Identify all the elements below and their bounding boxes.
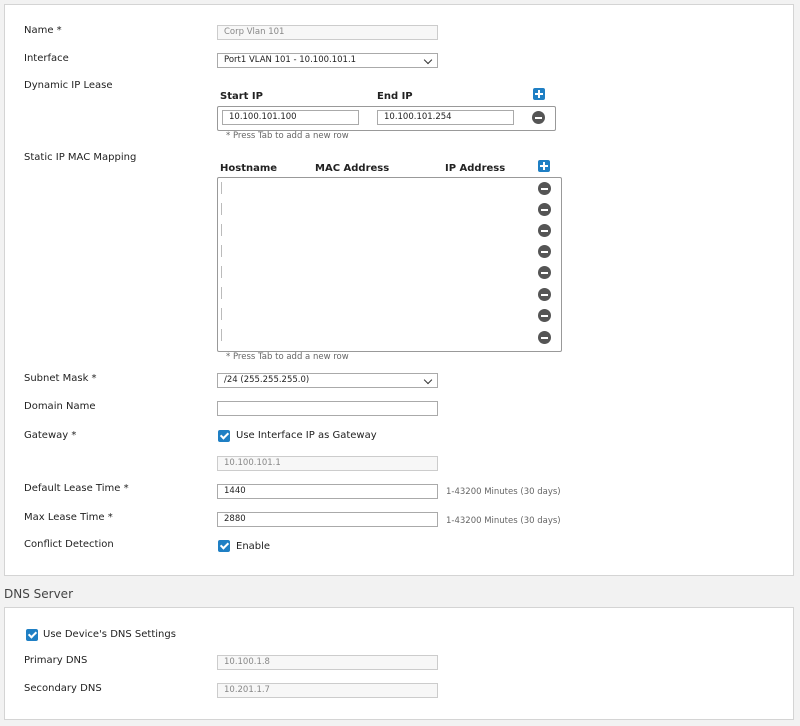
mapping-row-stub[interactable] xyxy=(221,245,225,257)
mapping-row-stub[interactable] xyxy=(221,287,225,299)
use-device-dns-checkbox[interactable] xyxy=(26,629,38,641)
static-mapping-label: Static IP MAC Mapping xyxy=(24,152,137,163)
ip-address-header: IP Address xyxy=(445,163,506,174)
remove-lease-row-icon[interactable] xyxy=(532,111,545,124)
interface-select-value: Port1 VLAN 101 - 10.100.101.1 xyxy=(224,55,357,65)
end-ip-field[interactable]: 10.100.101.254 xyxy=(377,110,514,125)
subnet-mask-label: Subnet Mask * xyxy=(24,373,97,384)
mapping-row-stub[interactable] xyxy=(221,182,225,194)
gateway-ip-field[interactable]: 10.100.101.1 xyxy=(217,456,438,471)
gateway-checkbox[interactable] xyxy=(218,430,230,442)
mapping-row-stub[interactable] xyxy=(221,266,225,278)
default-lease-label: Default Lease Time * xyxy=(24,483,129,494)
dynamic-lease-label: Dynamic IP Lease xyxy=(24,80,113,91)
add-mapping-row-icon[interactable] xyxy=(538,160,550,172)
remove-mapping-row-icon[interactable] xyxy=(538,331,551,344)
mapping-tab-hint: * Press Tab to add a new row xyxy=(226,352,349,362)
mapping-row-stub[interactable] xyxy=(221,203,225,215)
remove-mapping-row-icon[interactable] xyxy=(538,288,551,301)
default-lease-field[interactable]: 1440 xyxy=(217,484,438,499)
name-label: Name * xyxy=(24,25,62,36)
add-lease-row-icon[interactable] xyxy=(533,88,545,100)
remove-mapping-row-icon[interactable] xyxy=(538,182,551,195)
use-device-dns-label: Use Device's DNS Settings xyxy=(43,629,176,640)
subnet-mask-select[interactable]: /24 (255.255.255.0) xyxy=(217,373,438,388)
conflict-detection-label: Conflict Detection xyxy=(24,539,114,550)
name-field[interactable]: Corp Vlan 101 xyxy=(217,25,438,40)
max-lease-field[interactable]: 2880 xyxy=(217,512,438,527)
mapping-row-stub[interactable] xyxy=(221,224,225,236)
domain-name-label: Domain Name xyxy=(24,401,96,412)
gateway-label: Gateway * xyxy=(24,430,77,441)
interface-label: Interface xyxy=(24,53,69,64)
mapping-table xyxy=(217,177,562,352)
secondary-dns-field[interactable]: 10.201.1.7 xyxy=(217,683,438,698)
mapping-row-stub[interactable] xyxy=(221,308,225,320)
primary-dns-field[interactable]: 10.100.1.8 xyxy=(217,655,438,670)
start-ip-field[interactable]: 10.100.101.100 xyxy=(222,110,359,125)
gateway-checkbox-label: Use Interface IP as Gateway xyxy=(236,430,377,441)
secondary-dns-label: Secondary DNS xyxy=(24,683,102,694)
remove-mapping-row-icon[interactable] xyxy=(538,309,551,322)
interface-select[interactable]: Port1 VLAN 101 - 10.100.101.1 xyxy=(217,53,438,68)
domain-name-field[interactable] xyxy=(217,401,438,416)
remove-mapping-row-icon[interactable] xyxy=(538,203,551,216)
remove-mapping-row-icon[interactable] xyxy=(538,266,551,279)
subnet-mask-value: /24 (255.255.255.0) xyxy=(224,375,310,385)
remove-mapping-row-icon[interactable] xyxy=(538,245,551,258)
start-ip-header: Start IP xyxy=(220,91,263,102)
conflict-detection-checkbox[interactable] xyxy=(218,540,230,552)
hostname-header: Hostname xyxy=(220,163,278,174)
lease-tab-hint: * Press Tab to add a new row xyxy=(226,131,349,141)
max-lease-label: Max Lease Time * xyxy=(24,512,113,523)
mac-address-header: MAC Address xyxy=(315,163,390,174)
dns-section-title: DNS Server xyxy=(4,587,73,601)
default-lease-hint: 1-43200 Minutes (30 days) xyxy=(446,487,561,497)
remove-mapping-row-icon[interactable] xyxy=(538,224,551,237)
conflict-detection-checkbox-label: Enable xyxy=(236,541,271,552)
mapping-row-stub[interactable] xyxy=(221,329,225,341)
max-lease-hint: 1-43200 Minutes (30 days) xyxy=(446,516,561,526)
primary-dns-label: Primary DNS xyxy=(24,655,88,666)
end-ip-header: End IP xyxy=(377,91,413,102)
